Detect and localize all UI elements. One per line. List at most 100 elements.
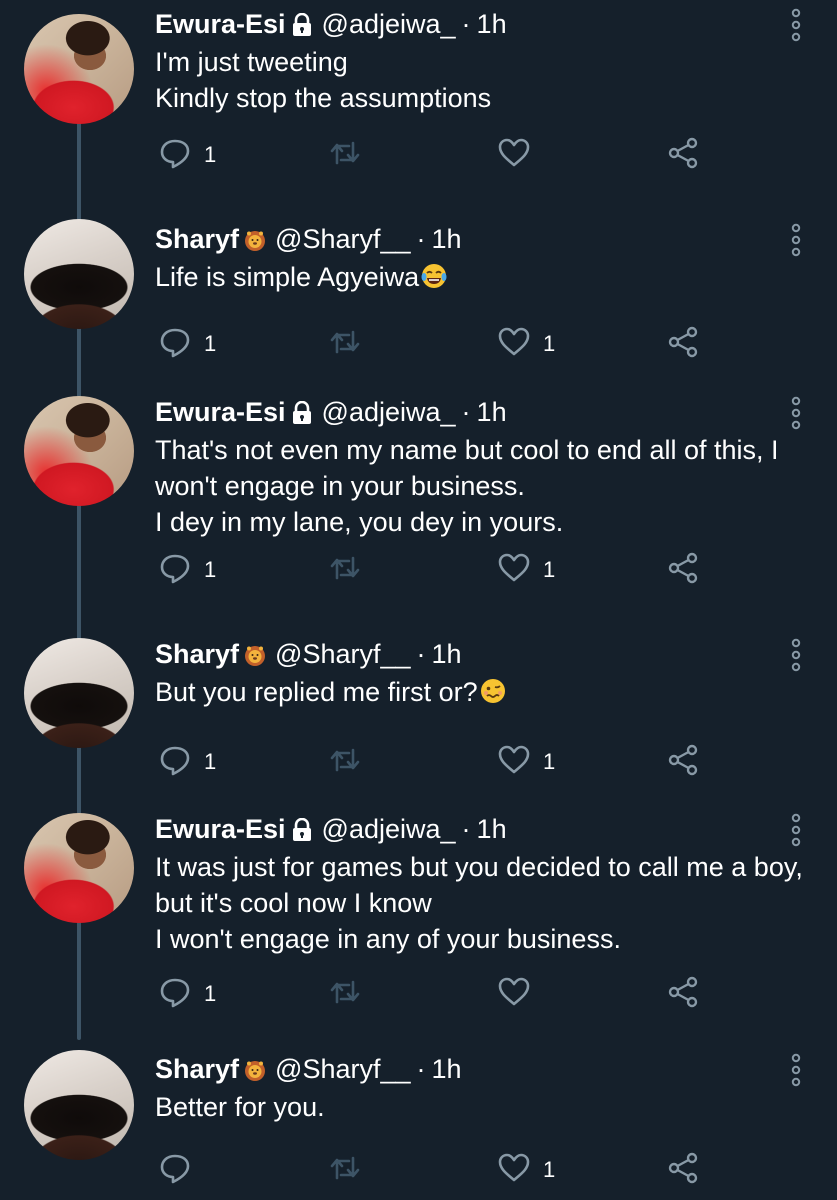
tweet[interactable]: Sharyf @Sharyf__ · 1h Better for you. 1 [0,1045,837,1200]
like-button[interactable]: 1 [497,550,555,590]
timestamp[interactable]: 1h [432,638,462,670]
tweet-text: Better for you. [155,1089,815,1125]
more-options-icon[interactable] [790,396,802,430]
display-name[interactable]: Ewura-Esi [155,813,286,845]
more-options-icon[interactable] [790,8,802,42]
reply-icon [158,136,192,175]
reply-icon [158,325,192,364]
retweet-button[interactable] [328,550,362,590]
reply-button[interactable]: 1 [158,974,216,1014]
user-handle[interactable]: @adjeiwa_ [322,8,456,40]
lion-emoji [243,227,267,251]
avatar[interactable] [24,1050,134,1160]
share-button[interactable] [666,974,700,1014]
retweet-icon [328,551,362,590]
tweet-text-content: But you replied me first or? [155,677,478,707]
avatar[interactable] [24,219,134,329]
like-count: 1 [543,331,556,356]
avatar[interactable] [24,638,134,748]
retweet-button[interactable] [328,742,362,782]
user-handle[interactable]: @adjeiwa_ [322,396,456,428]
retweet-button[interactable] [328,324,362,364]
tweet-actions: 1 [0,135,837,175]
display-name[interactable]: Ewura-Esi [155,8,286,40]
retweet-button[interactable] [328,974,362,1014]
tweet-text-line: won't engage in your business. [155,468,815,504]
display-name[interactable]: Sharyf [155,1053,239,1085]
display-name[interactable]: Sharyf [155,638,239,670]
tweet-text-line: That's not even my name but cool to end … [155,432,815,468]
tweet-text-line: I'm just tweeting [155,44,815,80]
tweet[interactable]: Ewura-Esi @adjeiwa_ · 1h I'm just tweeting Ki… [0,0,837,215]
like-count: 1 [543,749,556,774]
share-button[interactable] [666,742,700,782]
tweet-text-content: Kindly stop the assumptions [155,83,492,113]
share-button[interactable] [666,135,700,175]
reply-icon [158,1151,192,1190]
tweet-header: Ewura-Esi @adjeiwa_ · 1h [155,396,507,428]
reply-button[interactable]: 1 [158,135,216,175]
user-handle[interactable]: @adjeiwa_ [322,813,456,845]
reply-icon [158,551,192,590]
reply-icon [158,975,192,1014]
timestamp[interactable]: 1h [432,1053,462,1085]
like-button[interactable]: 1 [497,1150,555,1190]
tweet-text-content: won't engage in your business. [155,471,525,501]
avatar[interactable] [24,14,134,124]
user-handle[interactable]: @Sharyf__ [275,223,410,255]
timestamp[interactable]: 1h [477,8,507,40]
display-name[interactable]: Ewura-Esi [155,396,286,428]
tweet-text-line: It was just for games but you decided to… [155,849,815,885]
face-with-tears-of-joy-emoji [420,262,448,290]
tweet[interactable]: Ewura-Esi @adjeiwa_ · 1h That's not even my … [0,388,837,630]
reply-count: 1 [204,749,217,774]
share-button[interactable] [666,1150,700,1190]
more-options-icon[interactable] [790,223,802,257]
like-icon [497,743,531,782]
tweet-thread: Ewura-Esi @adjeiwa_ · 1h I'm just tweeting Ki… [0,0,837,1200]
timestamp[interactable]: 1h [432,223,462,255]
like-button[interactable]: 1 [497,742,555,782]
display-name[interactable]: Sharyf [155,223,239,255]
tweet-header: Ewura-Esi @adjeiwa_ · 1h [155,813,507,845]
more-options-icon[interactable] [790,638,802,672]
user-handle[interactable]: @Sharyf__ [275,1053,410,1085]
reply-button[interactable] [158,1150,204,1190]
woozy-face-emoji [479,677,507,705]
like-icon [497,551,531,590]
like-button[interactable] [497,974,543,1014]
separator-dot: · [461,814,471,844]
share-button[interactable] [666,324,700,364]
separator-dot: · [461,9,471,39]
share-icon [666,325,700,364]
user-handle[interactable]: @Sharyf__ [275,638,410,670]
reply-button[interactable]: 1 [158,324,216,364]
reply-button[interactable]: 1 [158,550,216,590]
retweet-button[interactable] [328,1150,362,1190]
lock-icon [290,817,314,841]
tweet-actions: 11 [0,550,837,590]
tweet-text: It was just for games but you decided to… [155,849,815,957]
tweet[interactable]: Ewura-Esi @adjeiwa_ · 1h It was just for gam… [0,805,837,1045]
tweet-text-line: Better for you. [155,1089,815,1125]
lock-icon [290,400,314,424]
reply-count: 1 [204,142,217,167]
tweet-text-content: but it's cool now I know [155,888,432,918]
more-options-icon[interactable] [790,813,802,847]
reply-button[interactable]: 1 [158,742,216,782]
like-button[interactable]: 1 [497,324,555,364]
tweet[interactable]: Sharyf @Sharyf__ · 1h But you replied me fir… [0,630,837,805]
like-button[interactable] [497,135,543,175]
timestamp[interactable]: 1h [477,813,507,845]
share-button[interactable] [666,550,700,590]
lion-emoji [243,642,267,666]
timestamp[interactable]: 1h [477,396,507,428]
retweet-button[interactable] [328,135,362,175]
tweet[interactable]: Sharyf @Sharyf__ · 1h Life is simple Agyeiwa… [0,215,837,388]
share-icon [666,136,700,175]
retweet-icon [328,1151,362,1190]
separator-dot: · [416,639,426,669]
avatar[interactable] [24,396,134,506]
more-options-icon[interactable] [790,1053,802,1087]
avatar[interactable] [24,813,134,923]
